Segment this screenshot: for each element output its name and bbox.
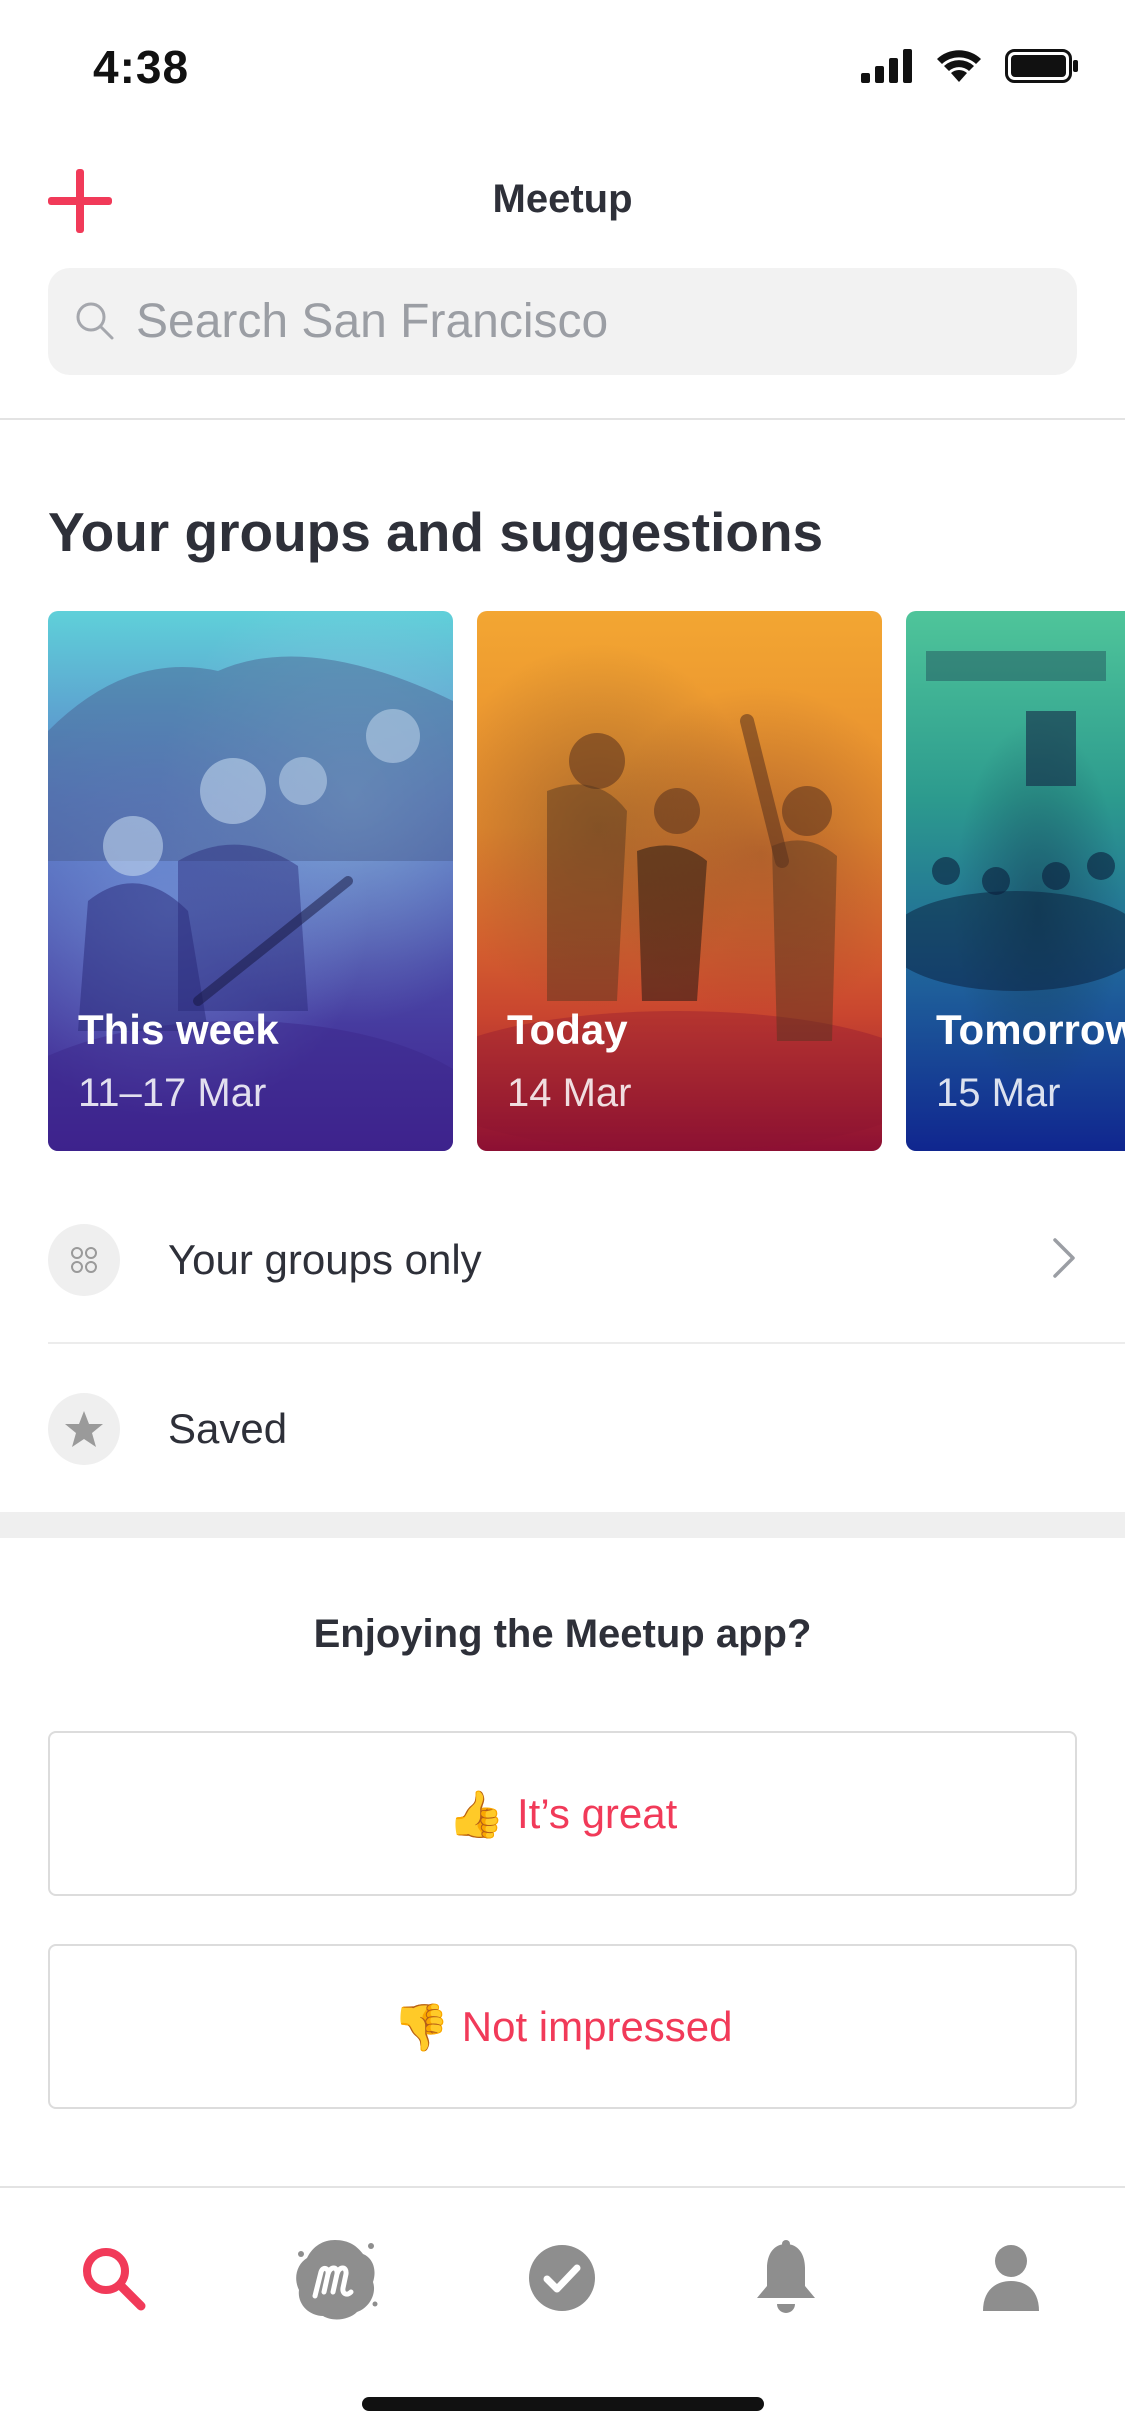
wifi-icon	[937, 50, 981, 82]
cellular-signal-icon	[861, 49, 912, 83]
tab-meetup[interactable]	[275, 2218, 395, 2338]
card-date: 15 Mar	[936, 1071, 1061, 1115]
hikers-photo	[477, 714, 882, 1151]
groups-icon	[48, 1224, 120, 1296]
profile-icon	[983, 2245, 1039, 2311]
its-great-button[interactable]: 👍 It’s great	[48, 1731, 1077, 1896]
suggestion-cards: This week 11–17 Mar Today 14 Mar Tomorro…	[48, 611, 1125, 1151]
button-label: It’s great	[516, 1789, 678, 1837]
tab-profile[interactable]	[951, 2218, 1071, 2338]
search-icon	[76, 302, 114, 340]
card-today[interactable]: Today 14 Mar	[477, 611, 882, 1151]
page-title: Meetup	[492, 177, 633, 221]
thumbs-down-icon: 👎	[392, 2000, 450, 2053]
card-label: Tomorrow	[936, 1006, 1125, 1053]
card-this-week[interactable]: This week 11–17 Mar	[48, 611, 453, 1151]
bell-icon	[757, 2240, 815, 2313]
card-tomorrow[interactable]: Tomorrow 15 Mar	[906, 611, 1125, 1151]
restaurant-photo	[906, 651, 1125, 991]
status-icons	[861, 48, 1079, 84]
status-bar: 4:38	[0, 0, 1125, 135]
section-divider	[0, 1512, 1125, 1538]
check-circle-icon	[529, 2245, 595, 2311]
row-label: Your groups only	[168, 1236, 482, 1283]
home-indicator[interactable]	[362, 2397, 764, 2411]
button-label: Not impressed	[461, 2002, 733, 2050]
not-impressed-button[interactable]: 👎 Not impressed	[48, 1944, 1077, 2109]
star-icon	[48, 1393, 120, 1465]
section-title: Your groups and suggestions	[48, 501, 824, 563]
tab-calendar[interactable]	[502, 2218, 622, 2338]
search-icon	[83, 2248, 146, 2311]
card-label: Today	[507, 1006, 628, 1053]
meetup-logo-icon	[296, 2240, 378, 2320]
header: Meetup	[0, 135, 1125, 420]
card-label: This week	[78, 1006, 279, 1053]
search-bar[interactable]	[48, 268, 1077, 375]
saved-row[interactable]: Saved	[48, 1345, 1125, 1513]
thumbs-up-icon: 👍	[447, 1787, 505, 1840]
feedback-title: Enjoying the Meetup app?	[313, 1612, 812, 1656]
battery-icon	[1005, 49, 1078, 83]
search-input[interactable]	[136, 268, 1036, 375]
row-label: Saved	[168, 1405, 288, 1452]
rafting-photo	[48, 656, 453, 1151]
your-groups-only-row[interactable]: Your groups only	[48, 1176, 1125, 1344]
tab-notifications[interactable]	[726, 2218, 846, 2338]
status-time: 4:38	[93, 41, 190, 93]
card-date: 14 Mar	[507, 1071, 632, 1115]
tab-search[interactable]	[53, 2218, 173, 2338]
card-date: 11–17 Mar	[78, 1071, 267, 1115]
chevron-right-icon	[1053, 1238, 1075, 1278]
